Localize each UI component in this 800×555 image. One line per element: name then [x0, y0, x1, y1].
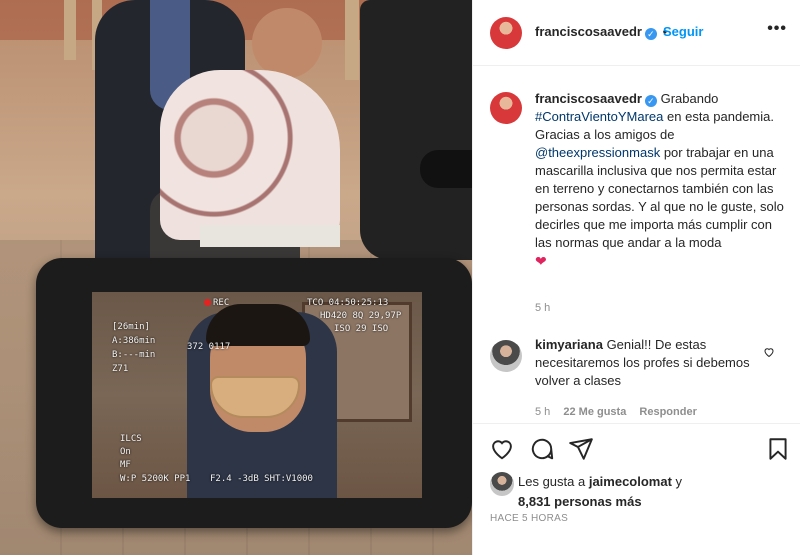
caption-author-avatar[interactable]: [490, 92, 522, 124]
caption-text-part: por trabajar en una mascarilla inclusiva…: [535, 145, 784, 250]
verified-badge-icon: ✓: [644, 95, 657, 107]
more-options-icon[interactable]: •••: [767, 20, 787, 38]
commenter-avatar[interactable]: [490, 340, 522, 372]
reply-button[interactable]: Responder: [639, 406, 696, 418]
author-username-wrap: franciscosaavedr ✓ •: [535, 24, 669, 40]
lcd-counter: 372 0117: [187, 342, 231, 352]
likes-count[interactable]: 8,831 personas más: [518, 494, 642, 509]
verified-badge-icon: ✓: [644, 28, 657, 40]
bench: [200, 225, 340, 247]
interviewee-figure: [160, 70, 340, 240]
caption-timestamp[interactable]: 5 h: [535, 302, 550, 314]
lcd-exposure: F2.4 -3dB SHT:V1000: [210, 474, 313, 484]
commenter-username[interactable]: kimyariana: [535, 337, 603, 352]
lcd-remaining-media: [26min]: [112, 322, 150, 332]
camera-microphone: [420, 150, 472, 188]
comment-meta: 5 h 22 Me gusta Responder: [535, 406, 707, 418]
author-avatar[interactable]: [490, 17, 522, 49]
background-pillar: [345, 0, 359, 80]
rec-dot-icon: [204, 299, 211, 306]
likes-line-1: Les gusta a jaimecolomat y: [518, 474, 682, 489]
comment-like-count[interactable]: 22 Me gusta: [563, 406, 626, 418]
follow-button[interactable]: Seguir: [663, 24, 703, 39]
caption-text-part: Grabando: [660, 91, 719, 106]
author-username[interactable]: franciscosaavedr: [535, 24, 642, 39]
likes-prefix: Les gusta a: [518, 474, 589, 489]
lcd-white-balance: W:P 5200K PP1: [120, 474, 191, 484]
caption-text: franciscosaavedr ✓ Grabando #ContraViento…: [535, 90, 785, 271]
lcd-timecode: TCO 04:50:25:13: [307, 298, 389, 308]
comment-like-heart-icon[interactable]: [763, 346, 775, 361]
lcd-iso: ISO 29 ISO: [334, 324, 389, 334]
red-heart-emoji-icon: ❤: [535, 253, 547, 269]
interviewee-head: [252, 8, 322, 78]
likes-suffix: y: [671, 474, 683, 489]
comment-text: kimyariana Genial!! De estas necesitarem…: [535, 336, 757, 390]
lcd-rec-indicator: REC: [204, 298, 229, 308]
camera-lcd-screen: REC TCO 04:50:25:13 HD420 8Q 29,97P ISO …: [92, 292, 422, 498]
mention-link[interactable]: @theexpressionmask: [535, 145, 660, 160]
hashtag-link[interactable]: #ContraVientoYMarea: [535, 109, 663, 124]
post-photo[interactable]: REC TCO 04:50:25:13 HD420 8Q 29,97P ISO …: [0, 0, 472, 555]
post-header: franciscosaavedr ✓ • Seguir •••: [473, 0, 800, 66]
save-bookmark-icon[interactable]: [765, 436, 791, 462]
comment-timestamp[interactable]: 5 h: [535, 406, 550, 418]
like-heart-icon[interactable]: [489, 436, 515, 462]
lcd-person-hair: [206, 304, 310, 346]
background-pillar: [64, 0, 76, 60]
comment-bubble-icon[interactable]: [529, 436, 555, 462]
lcd-stabilizer: On: [120, 447, 131, 457]
lcd-zoom: Z71: [112, 364, 129, 374]
share-send-icon[interactable]: [568, 436, 594, 462]
lcd-slot-a: A:386min: [112, 336, 156, 346]
lcd-focus-mode: MF: [120, 460, 131, 470]
lcd-format: HD420 8Q 29,97P: [320, 311, 402, 321]
liker-username[interactable]: jaimecolomat: [589, 474, 672, 489]
post-side-panel: franciscosaavedr ✓ • Seguir ••• francisco…: [472, 0, 800, 555]
lcd-ilcs: ILCS: [120, 434, 142, 444]
camera-body: [360, 0, 472, 260]
lcd-slot-b: B:---min: [112, 350, 156, 360]
post-actions-section: Les gusta a jaimecolomat y 8,831 persona…: [473, 423, 800, 555]
caption-author-username[interactable]: franciscosaavedr: [535, 91, 642, 106]
post-timestamp[interactable]: HACE 5 HORAS: [490, 513, 568, 524]
liker-avatar[interactable]: [490, 472, 514, 496]
